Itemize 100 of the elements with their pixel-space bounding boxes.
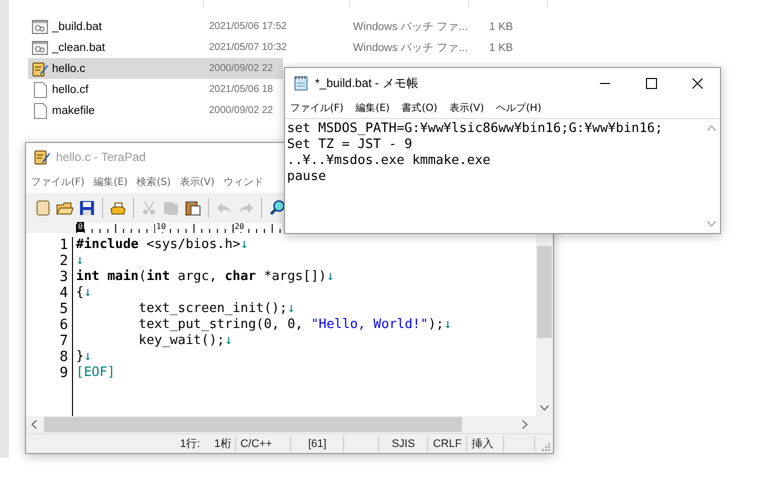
code-keyword: main xyxy=(107,268,139,284)
file-name: _build.bat xyxy=(52,20,103,32)
code-text: ( xyxy=(138,268,146,284)
code-text: text_screen_init(); xyxy=(138,300,288,316)
menu-item[interactable]: ウィンド xyxy=(224,174,264,189)
file-row[interactable]: _build.bat 2021/05/06 17:52 Windows バッチ ファ... 1 KB xyxy=(28,16,548,37)
status-text: [61] xyxy=(291,436,344,452)
code-text: <sys/bios.h> xyxy=(145,236,240,252)
code-keyword: int xyxy=(76,268,100,284)
file-modified-date: 2021/05/06 18 xyxy=(209,84,274,95)
chevron-down-icon[interactable] xyxy=(540,405,549,412)
line-number: 4 xyxy=(58,284,68,301)
window-title: *_build.bat - メモ帳 xyxy=(315,74,418,92)
menu-item[interactable]: 書式(O) xyxy=(402,101,438,115)
ruler-label: 10 xyxy=(155,222,167,232)
file-type: Windows バッチ ファ... xyxy=(353,20,469,34)
file-size: 1 KB xyxy=(488,20,513,32)
text-editor[interactable]: set MSDOS_PATH=G:¥ww¥lsic86ww¥bin16;G:¥ww¥bin16; Set TZ = JST - 9 ..¥..¥msdos.exe kmmake.exe pause xyxy=(285,118,720,233)
code-text: { xyxy=(76,284,84,300)
line-break-mark: ↓ xyxy=(84,348,92,364)
code-keyword: #include xyxy=(76,236,139,252)
open-folder-icon[interactable] xyxy=(56,200,74,216)
line-break-mark: ↓ xyxy=(444,316,452,332)
menu-item[interactable]: ヘルプ(H) xyxy=(496,101,542,115)
line-number: 7 xyxy=(58,332,68,349)
status-text: 挿入 xyxy=(467,436,504,452)
file-modified-date: 2021/05/07 10:32 xyxy=(209,42,288,53)
vertical-scrollbar[interactable] xyxy=(703,119,720,233)
line-number: 8 xyxy=(58,348,68,365)
menu-item[interactable]: ファイル(F) xyxy=(31,174,85,189)
file-row[interactable]: hello.cf 2021/05/06 18 xyxy=(28,79,283,100)
ruler-label: 20 xyxy=(234,222,246,232)
chevron-left-icon[interactable] xyxy=(31,420,37,430)
code-text: } xyxy=(76,348,84,364)
line-number: 5 xyxy=(58,300,68,317)
notepad-pen-icon xyxy=(32,60,48,76)
menu-item[interactable]: 検索(S) xyxy=(136,174,171,189)
line-number: 9 xyxy=(58,364,68,381)
code-text: ); xyxy=(428,316,444,332)
line-number: 2 xyxy=(58,252,68,269)
line-break-mark: ↓ xyxy=(240,236,248,252)
search-icon[interactable] xyxy=(269,200,285,216)
resize-grip-icon[interactable] xyxy=(541,442,550,452)
text-line: Set TZ = JST - 9 xyxy=(287,137,414,153)
menu-item[interactable]: ファイル(F) xyxy=(290,101,344,115)
file-modified-date: 2021/05/06 17:52 xyxy=(209,21,288,32)
text-line: set MSDOS_PATH=G:¥ww¥lsic86ww¥bin16;G:¥ww¥bin16; xyxy=(287,121,664,137)
blank-file-icon xyxy=(34,102,46,118)
code-text: *args[]) xyxy=(262,268,326,284)
code-text: key_wait(); xyxy=(138,332,225,348)
line-break-mark: ↓ xyxy=(224,332,233,348)
code-text: text_put_string(0, 0, xyxy=(138,316,304,332)
line-break-mark: ↓ xyxy=(287,300,296,316)
file-modified-date: 2000/09/02 22 xyxy=(209,63,274,74)
maximize-icon xyxy=(646,78,656,88)
gear-window-icon xyxy=(32,20,48,34)
line-number: 6 xyxy=(58,316,68,333)
minimize-icon xyxy=(600,82,610,84)
chevron-right-icon[interactable] xyxy=(522,420,528,430)
printer-icon[interactable] xyxy=(109,200,127,216)
status-text: 1桁 xyxy=(210,436,236,452)
menu-item[interactable]: 編集(E) xyxy=(356,101,390,115)
file-modified-date: 2000/09/02 22 xyxy=(209,105,274,116)
notepad-pen-icon xyxy=(34,148,50,165)
text-line: pause xyxy=(287,169,328,185)
chevron-up-icon[interactable] xyxy=(707,125,716,131)
chevron-down-icon[interactable] xyxy=(707,221,716,227)
menu-item[interactable]: 編集(E) xyxy=(94,174,128,189)
file-row[interactable]: _clean.bat 2021/05/07 10:32 Windows バッチ ファ... 1 KB xyxy=(28,37,548,58)
eof-marker: [EOF] xyxy=(76,364,116,380)
file-name: hello.c xyxy=(52,62,86,74)
string-literal: "Hello, World!" xyxy=(310,316,428,332)
status-text: 1行: xyxy=(179,436,202,452)
vertical-scrollbar[interactable] xyxy=(536,232,553,416)
status-text: CRLF xyxy=(428,436,468,452)
file-size: 1 KB xyxy=(488,42,513,54)
new-file-icon[interactable] xyxy=(36,200,50,216)
file-name: makefile xyxy=(52,104,96,116)
blank-file-icon xyxy=(34,82,46,98)
notepad-icon xyxy=(293,75,309,91)
clipboard-icon[interactable] xyxy=(185,200,201,216)
ruler-cursor-label: 0 xyxy=(77,222,84,232)
line-break-mark: ↓ xyxy=(84,284,92,300)
line-number: 3 xyxy=(58,268,68,285)
scrollbar-thumb[interactable] xyxy=(44,417,462,432)
text-line: ..¥..¥msdos.exe kmmake.exe xyxy=(287,153,492,169)
file-name: _clean.bat xyxy=(52,42,106,54)
file-type: Windows バッチ ファ... xyxy=(353,41,469,55)
line-break-mark: ↓ xyxy=(326,268,334,284)
line-break-mark: ↓ xyxy=(76,252,84,268)
menu-item[interactable]: 表示(V) xyxy=(449,101,484,115)
code-keyword: char xyxy=(224,268,256,284)
menu-item[interactable]: 表示(V) xyxy=(180,174,214,189)
code-text: argc, xyxy=(176,268,218,284)
file-row[interactable]: makefile 2000/09/02 22 xyxy=(28,100,283,121)
close-icon xyxy=(692,78,702,88)
window-title: hello.c - TeraPad xyxy=(56,150,146,164)
file-row[interactable]: hello.c 2000/09/02 22 xyxy=(28,58,283,79)
scrollbar-thumb[interactable] xyxy=(537,246,552,338)
file-name: hello.cf xyxy=(52,84,90,96)
